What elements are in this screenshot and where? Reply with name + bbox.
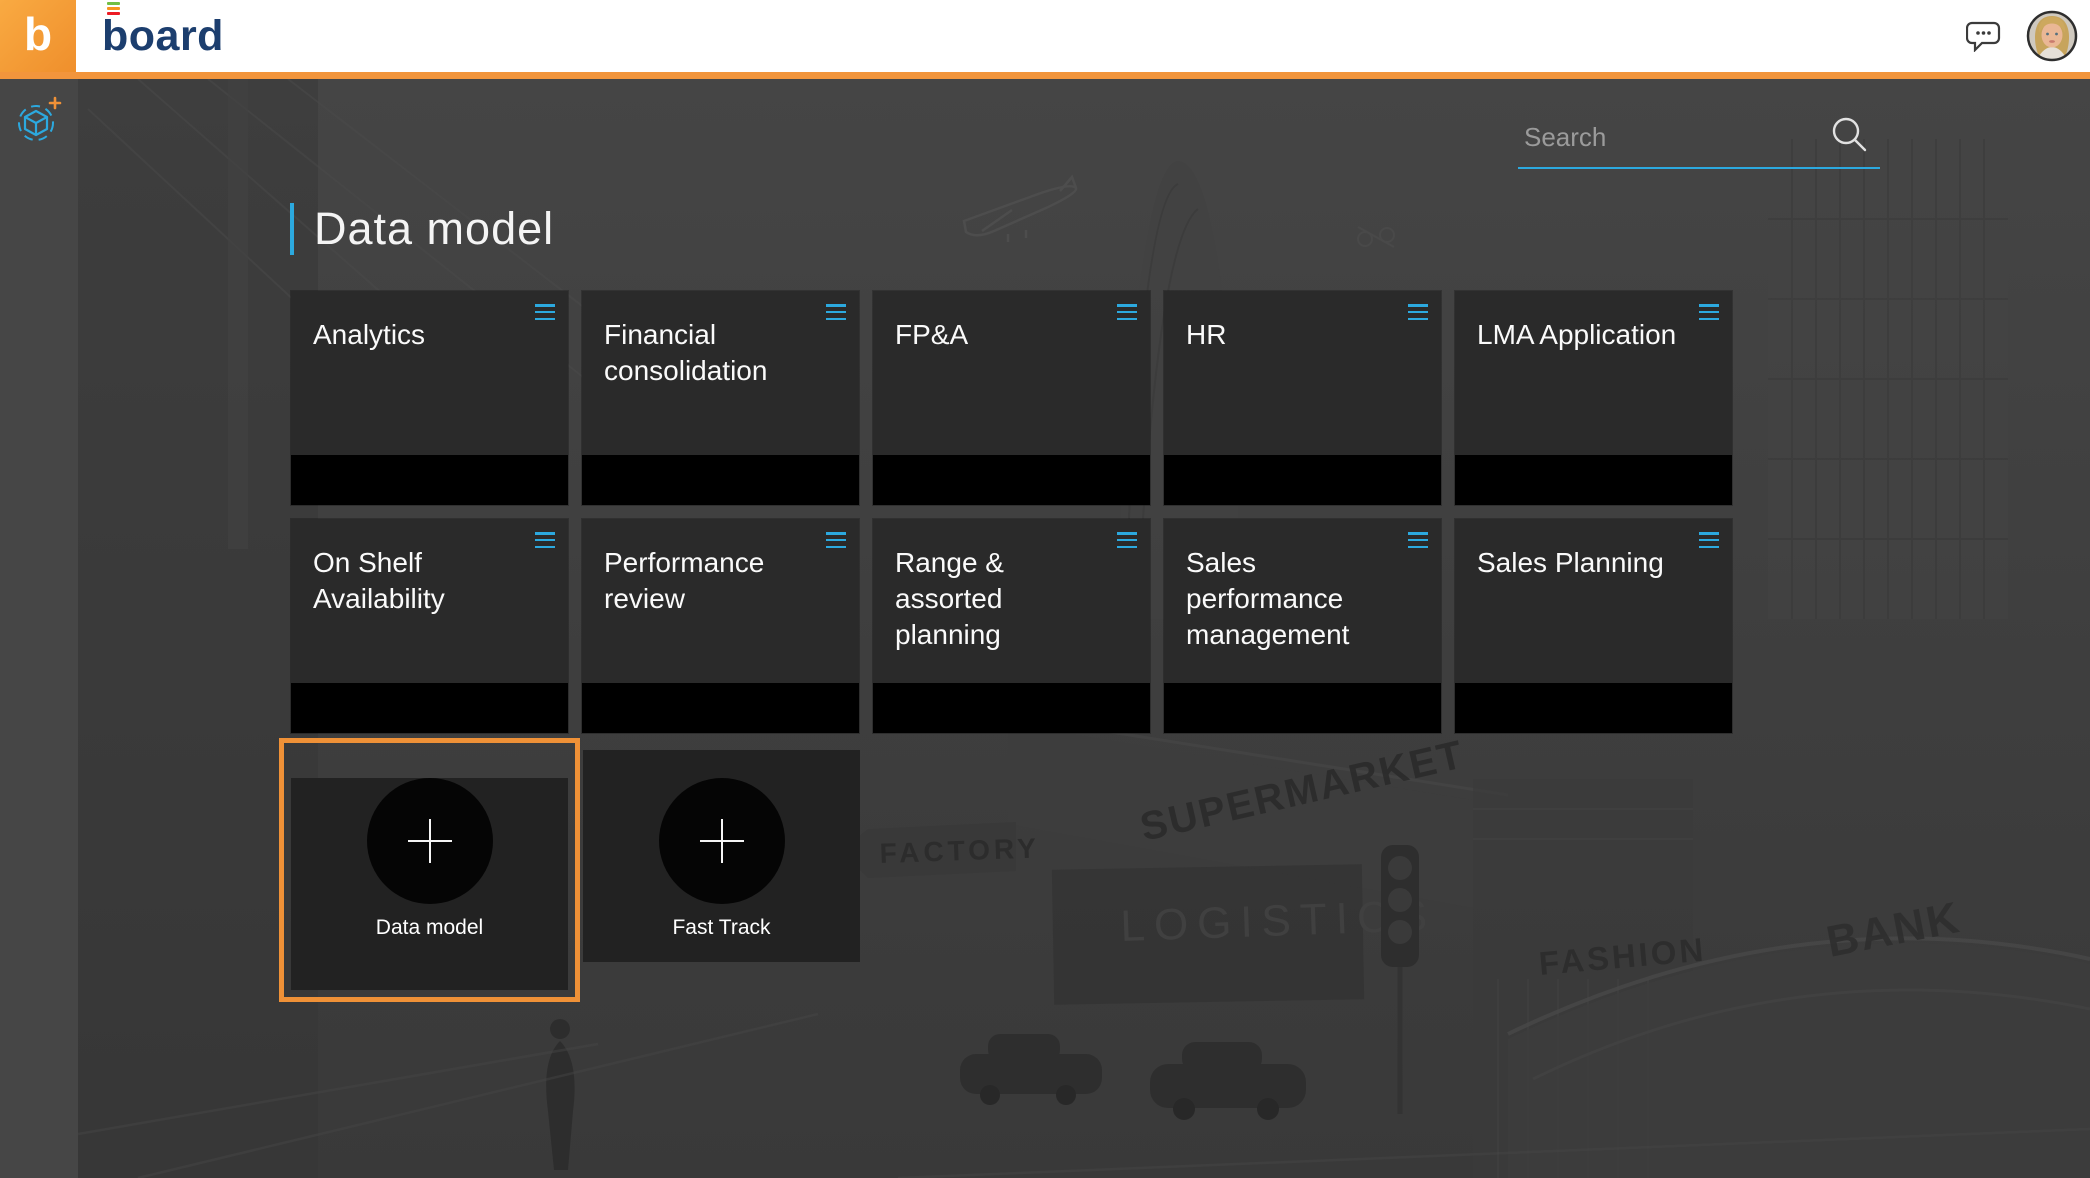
- tile-menu-icon[interactable]: [1117, 304, 1137, 320]
- tile-hr[interactable]: HR: [1164, 291, 1441, 505]
- tile-preview-strip: [1164, 455, 1441, 505]
- user-avatar-image: [2026, 10, 2078, 62]
- tile-menu-icon[interactable]: [1408, 304, 1428, 320]
- tile-menu-icon[interactable]: [826, 532, 846, 548]
- search-input[interactable]: [1518, 122, 1880, 169]
- board-wordmark: board: [102, 15, 224, 58]
- tile-menu-icon[interactable]: [1699, 532, 1719, 548]
- board-logo-letter: b: [24, 11, 52, 57]
- tile-label: Sales Planning: [1455, 519, 1683, 581]
- tile-label: Performance review: [582, 519, 810, 617]
- search-bar: [1518, 122, 1880, 169]
- left-sidebar: [0, 79, 78, 1178]
- tile-preview-strip: [1455, 455, 1732, 505]
- tile-row-2: On Shelf Availability Performance review…: [291, 519, 1732, 733]
- tile-label: FP&A: [873, 291, 1101, 353]
- chat-bubble-icon: [1966, 20, 2002, 52]
- tile-menu-icon[interactable]: [826, 304, 846, 320]
- board-logo-square[interactable]: b: [0, 0, 76, 72]
- search-icon[interactable]: [1830, 116, 1870, 161]
- add-tile-label: Fast Track: [583, 916, 860, 940]
- tile-sales-performance-management[interactable]: Sales performance management: [1164, 519, 1441, 733]
- plus-icon: [408, 819, 452, 863]
- tile-menu-icon[interactable]: [1117, 532, 1137, 548]
- tile-preview-strip: [291, 455, 568, 505]
- page-title-text: Data model: [314, 204, 554, 254]
- tile-preview-strip: [873, 683, 1150, 733]
- plus-icon: [700, 819, 744, 863]
- tile-financial-consolidation[interactable]: Financial consolidation: [582, 291, 859, 505]
- tile-fpa[interactable]: FP&A: [873, 291, 1150, 505]
- add-tile-label: Data model: [291, 916, 568, 940]
- top-header: b board: [0, 0, 2090, 79]
- tile-add-fast-track[interactable]: Fast Track: [583, 750, 860, 962]
- tile-menu-icon[interactable]: [535, 304, 555, 320]
- board-wordmark-stripes-icon: [107, 2, 120, 15]
- tile-sales-planning[interactable]: Sales Planning: [1455, 519, 1732, 733]
- tile-label: Sales performance management: [1164, 519, 1392, 653]
- tile-range-assorted-planning[interactable]: Range & assorted planning: [873, 519, 1150, 733]
- tile-menu-icon[interactable]: [1408, 532, 1428, 548]
- chat-button[interactable]: [1966, 20, 2002, 52]
- page-title-accent-bar: [290, 203, 294, 255]
- tile-preview-strip: [1455, 683, 1732, 733]
- tile-label: HR: [1164, 291, 1392, 353]
- tile-preview-strip: [582, 455, 859, 505]
- tile-menu-icon[interactable]: [535, 532, 555, 548]
- board-wordmark-text: board: [102, 15, 224, 58]
- tile-label: Financial consolidation: [582, 291, 810, 389]
- add-circle[interactable]: [367, 778, 493, 904]
- user-avatar[interactable]: [2026, 10, 2078, 62]
- tile-preview-strip: [582, 683, 859, 733]
- tile-preview-strip: [291, 683, 568, 733]
- tile-label: Analytics: [291, 291, 519, 353]
- tile-label: On Shelf Availability: [291, 519, 519, 617]
- tile-analytics[interactable]: Analytics: [291, 291, 568, 505]
- page-title: Data model: [290, 203, 554, 255]
- tile-label: Range & assorted planning: [873, 519, 1101, 653]
- bg-sign-factory: FACTORY: [879, 832, 1040, 869]
- tile-preview-strip: [873, 455, 1150, 505]
- tile-row-1: Analytics Financial consolidation FP&A H…: [291, 291, 1732, 505]
- tile-label: LMA Application: [1455, 291, 1683, 353]
- sidebar-data-model-button[interactable]: [15, 95, 63, 147]
- tile-menu-icon[interactable]: [1699, 304, 1719, 320]
- tile-performance-review[interactable]: Performance review: [582, 519, 859, 733]
- tile-preview-strip: [1164, 683, 1441, 733]
- selected-tile-outline: Data model: [279, 738, 580, 1002]
- board-app-window: SUPERMARKET LOGISTICS FACTORY FASHION BA…: [0, 0, 2090, 1178]
- tile-lma-application[interactable]: LMA Application: [1455, 291, 1732, 505]
- tile-add-data-model[interactable]: Data model: [291, 778, 568, 990]
- tile-on-shelf-availability[interactable]: On Shelf Availability: [291, 519, 568, 733]
- add-circle[interactable]: [659, 778, 785, 904]
- data-model-cube-icon: [15, 95, 63, 145]
